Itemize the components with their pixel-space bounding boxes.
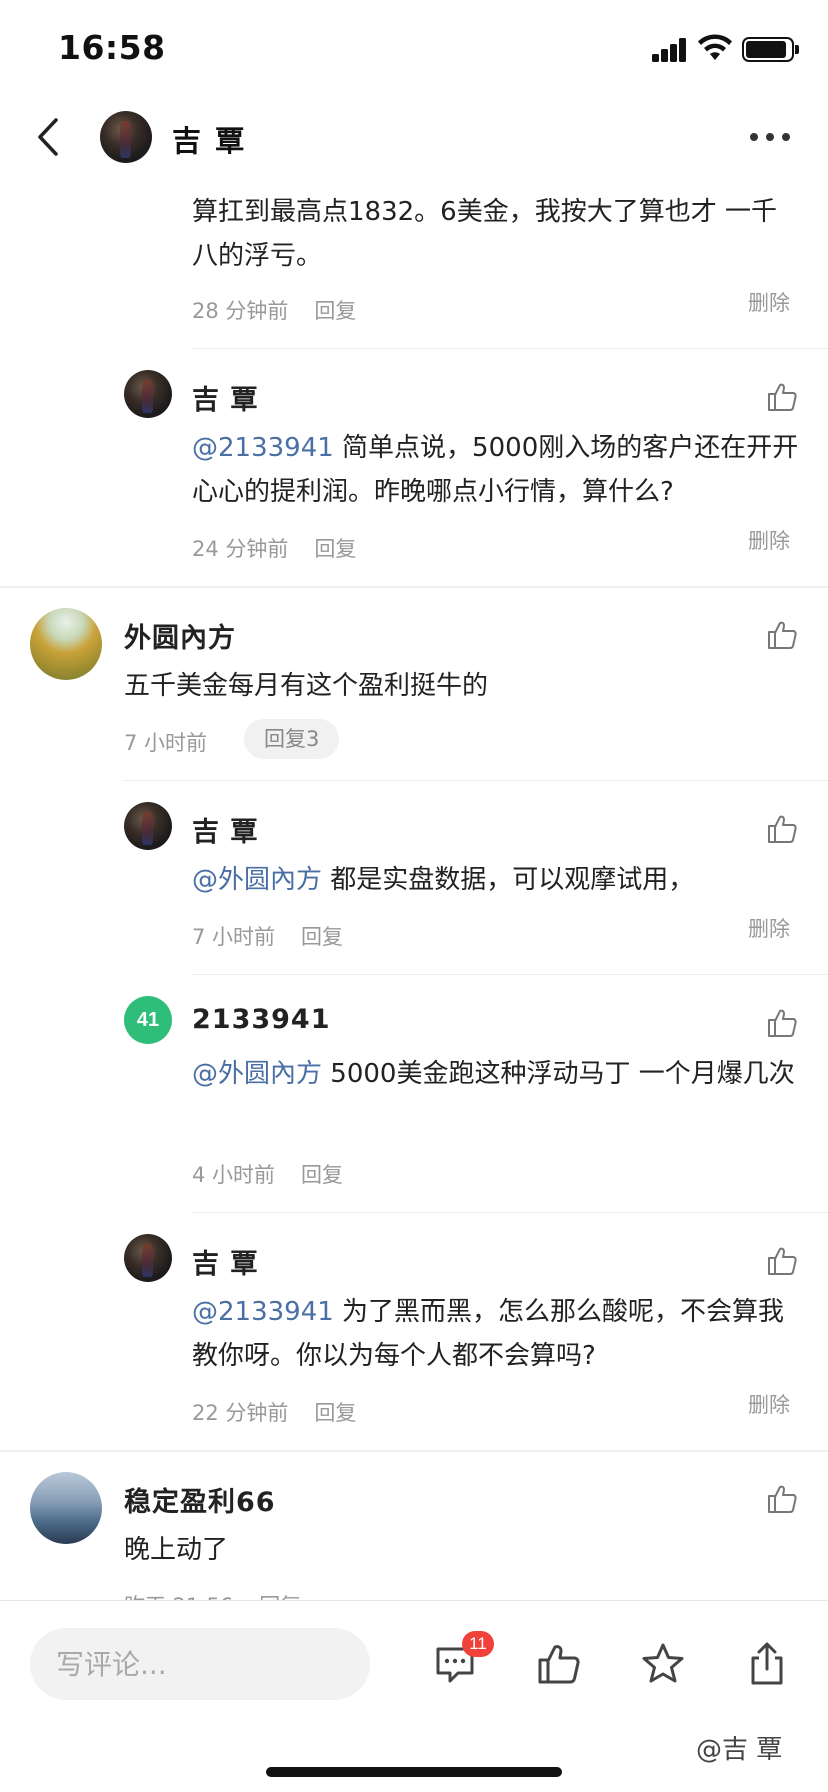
delete-button[interactable]: 删除	[748, 525, 790, 555]
more-dots-icon[interactable]	[750, 122, 800, 152]
avatar[interactable]	[124, 370, 172, 418]
reply-button[interactable]: 回复	[314, 537, 356, 561]
status-time: 16:58	[58, 28, 166, 67]
avatar[interactable]	[30, 1472, 102, 1544]
battery-icon	[742, 37, 799, 62]
mention-link[interactable]: @外圆內方	[192, 1059, 322, 1089]
mention-link[interactable]: @2133941	[192, 433, 334, 463]
thumbs-up-icon[interactable]	[766, 1245, 798, 1277]
avatar[interactable]	[124, 802, 172, 850]
delete-button[interactable]: 删除	[748, 1389, 790, 1419]
reply-time: 7 小时前	[192, 925, 276, 949]
reply-meta: 24 分钟前 回复	[192, 533, 356, 563]
thumbs-up-icon[interactable]	[766, 619, 798, 651]
comment-username[interactable]: 稳定盈利66	[124, 1480, 276, 1519]
home-indicator	[266, 1767, 562, 1777]
divider	[124, 780, 828, 781]
thumbs-up-icon[interactable]	[766, 813, 798, 845]
delete-button[interactable]: 删除	[748, 913, 790, 943]
comment-username[interactable]: 外圆內方	[124, 616, 236, 655]
reply-text: @外圆內方 都是实盘数据，可以观摩试用，	[192, 865, 695, 895]
back-arrow-icon[interactable]	[32, 114, 66, 160]
nav-title: 吉 覃	[172, 124, 247, 158]
reply-time: 4 小时前	[192, 1163, 276, 1187]
avatar[interactable]	[30, 608, 102, 680]
reply-button[interactable]: 回复	[301, 1163, 343, 1187]
watermark: @吉 覃	[696, 1735, 783, 1765]
divider	[192, 348, 828, 349]
reply-username[interactable]: 吉 覃	[192, 810, 258, 849]
nav-avatar[interactable]	[100, 111, 152, 163]
share-icon[interactable]	[744, 1641, 790, 1687]
thumbs-up-icon[interactable]	[766, 1483, 798, 1515]
reply-username[interactable]: 2133941	[192, 1004, 331, 1035]
comment-text: 晚上动了	[124, 1535, 229, 1565]
comment-input[interactable]	[30, 1628, 370, 1700]
thumbs-up-icon[interactable]	[766, 381, 798, 413]
comment-text: 五千美金每月有这个盈利挺牛的	[124, 671, 489, 701]
divider	[192, 1212, 828, 1213]
reply-button[interactable]: 回复	[301, 925, 343, 949]
reply-time: 22 分钟前	[192, 1401, 289, 1425]
divider	[192, 974, 828, 975]
section-divider	[0, 1450, 828, 1452]
thumbs-up-icon[interactable]	[536, 1641, 582, 1687]
thumbs-up-icon[interactable]	[766, 1007, 798, 1039]
reply-text: @外圆內方 5000美金跑这种浮动马丁 一个月爆几次	[192, 1059, 795, 1089]
comment-time: 7 小时前	[124, 731, 208, 755]
reply-text: @2133941 为了黑而黑，怎么那么酸呢，不会算我教你呀。你以为每个人都不会算…	[192, 1297, 785, 1371]
reply-username[interactable]: 吉 覃	[192, 1242, 258, 1281]
nav-bar: 吉 覃	[0, 96, 828, 178]
star-icon[interactable]	[640, 1641, 686, 1687]
reply-meta: 7 小时前 回复	[192, 921, 343, 951]
reply-time: 28 分钟前	[192, 299, 289, 323]
avatar[interactable]: 41	[124, 996, 172, 1044]
mention-link[interactable]: @外圆內方	[192, 865, 322, 895]
avatar[interactable]	[124, 1234, 172, 1282]
reply-time: 24 分钟前	[192, 537, 289, 561]
reply-count-button[interactable]: 回复3	[244, 719, 340, 759]
status-bar: 16:58	[0, 0, 828, 96]
reply-button[interactable]: 回复	[314, 299, 356, 323]
mention-link[interactable]: @2133941	[192, 1297, 334, 1327]
comment-count-badge: 11	[462, 1631, 494, 1657]
cellular-signal-icon	[652, 38, 688, 62]
wifi-icon	[698, 34, 732, 60]
reply-meta: 28 分钟前 回复	[192, 295, 356, 325]
bottom-bar: 11 @吉 覃	[0, 1600, 828, 1792]
reply-text: @2133941 简单点说，5000刚入场的客户还在开开心心的提利润。昨晚哪点小…	[192, 433, 799, 507]
delete-button[interactable]: 删除	[748, 287, 790, 317]
reply-username[interactable]: 吉 覃	[192, 378, 258, 417]
section-divider	[0, 586, 828, 588]
reply-button[interactable]: 回复	[314, 1401, 356, 1425]
reply-meta: 4 小时前 回复	[192, 1159, 343, 1189]
reply-meta: 22 分钟前 回复	[192, 1397, 356, 1427]
reply-text: 算扛到最高点1832。6美金，我按大了算也才 一千八的浮亏。	[192, 197, 777, 271]
